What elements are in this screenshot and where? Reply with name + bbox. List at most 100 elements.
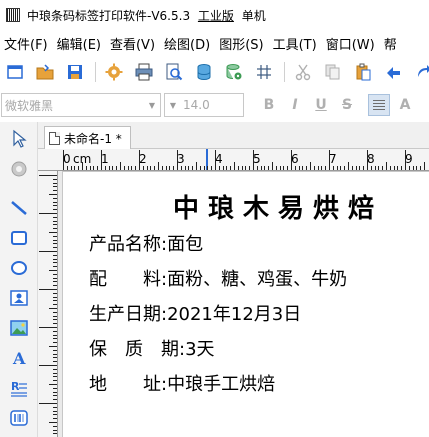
barcode-tool[interactable]	[7, 406, 31, 430]
text-tool[interactable]: A	[7, 346, 31, 370]
database-button[interactable]	[192, 60, 216, 84]
ruler-label: 1	[101, 152, 109, 166]
label-canvas[interactable]: 中琅木易烘焙 产品名称:面包 配 料:面粉、糖、鸡蛋、牛奶 生产日期:2021年…	[62, 171, 429, 437]
label-line-product[interactable]: 产品名称:面包	[89, 230, 203, 256]
line-tool[interactable]	[7, 196, 31, 220]
menu-shape[interactable]: 图形(S)	[215, 34, 268, 53]
image-tool[interactable]	[7, 286, 31, 310]
toolbar-divider	[284, 62, 285, 82]
ruler-tick	[93, 166, 95, 170]
italic-button[interactable]: I	[284, 94, 306, 116]
select-tool[interactable]	[7, 127, 31, 151]
label-line-ingredients[interactable]: 配 料:面粉、糖、鸡蛋、牛奶	[89, 265, 347, 291]
ruler-label: 2	[139, 152, 147, 166]
ruler-tick	[53, 414, 57, 416]
menu-view[interactable]: 查看(V)	[106, 34, 160, 53]
grid-button[interactable]	[252, 60, 276, 84]
ruler-tick	[359, 166, 361, 170]
font-extra-button[interactable]: A	[394, 94, 416, 116]
save-button[interactable]	[63, 60, 87, 84]
align-left-button[interactable]	[368, 94, 390, 116]
print-preview-button[interactable]	[162, 60, 186, 84]
ruler-label: 7	[329, 152, 337, 166]
ruler-tick	[272, 162, 273, 170]
label-line-address[interactable]: 地 址:中琅手工烘焙	[89, 370, 275, 396]
menu-edit[interactable]: 编辑(E)	[53, 34, 106, 53]
font-toolbar: 微软雅黑 ▼ ▼ 14.0 B I U S A	[0, 88, 429, 122]
ruler-tick	[378, 166, 380, 170]
ruler-tick	[49, 384, 57, 385]
undo-button[interactable]	[381, 60, 405, 84]
label-value: 面包	[167, 234, 204, 255]
ruler-tick	[53, 319, 57, 321]
strikethrough-button[interactable]: S	[336, 94, 358, 116]
ruler-tick	[420, 166, 422, 170]
underline-button[interactable]: U	[310, 94, 332, 116]
ruler-tick	[53, 178, 57, 180]
paragraph-text-tool[interactable]: R	[7, 376, 31, 400]
font-family-select[interactable]: 微软雅黑 ▼	[1, 93, 161, 117]
ruler-tick	[302, 166, 304, 170]
grid-icon	[257, 65, 271, 79]
photo-tool[interactable]	[7, 316, 31, 340]
pan-tool[interactable]	[7, 157, 31, 181]
database-settings-button[interactable]	[222, 60, 246, 84]
paste-clipboard-icon	[356, 63, 371, 81]
label-line-shelf-life[interactable]: 保 质 期:3天	[89, 335, 215, 361]
barcode-icon	[10, 410, 28, 426]
ruler-tick	[218, 166, 220, 170]
redo-arrow-icon	[418, 65, 429, 77]
chevron-down-icon[interactable]: ▼	[144, 94, 160, 116]
ruler-tick	[82, 162, 83, 170]
ruler-tick	[291, 150, 292, 170]
menu-draw[interactable]: 绘图(D)	[160, 34, 215, 53]
vertical-ruler	[38, 171, 58, 437]
ruler-tick	[344, 166, 346, 170]
ruler-tick	[53, 418, 57, 420]
ruler-tick	[53, 228, 57, 230]
copy-button[interactable]	[321, 60, 345, 84]
settings-button[interactable]	[102, 60, 126, 84]
ruler-label: 4	[215, 152, 223, 166]
document-tab[interactable]: 未命名-1 *	[44, 126, 131, 149]
ruler-tick	[424, 162, 425, 170]
menu-help[interactable]: 帮	[380, 34, 402, 53]
bold-button[interactable]: B	[258, 94, 280, 116]
ellipse-tool[interactable]	[7, 256, 31, 280]
menu-window[interactable]: 窗口(W)	[322, 34, 380, 53]
title-bar: 中琅条码标签打印软件-V6.5.3 工业版 单机	[0, 0, 429, 30]
font-size-select[interactable]: ▼ 14.0	[164, 93, 244, 117]
ruler-tick	[405, 150, 406, 170]
chevron-down-icon[interactable]: ▼	[165, 94, 181, 116]
ruler-tick	[53, 254, 57, 256]
ruler-tick	[53, 201, 57, 203]
ruler-tick	[211, 166, 213, 170]
label-value: 中琅手工烘焙	[167, 374, 276, 395]
ruler-tick	[53, 399, 57, 401]
paste-button[interactable]	[351, 60, 375, 84]
menu-file[interactable]: 文件(F)	[0, 34, 53, 53]
rectangle-tool[interactable]	[7, 226, 31, 250]
ruler-tick	[268, 166, 270, 170]
menu-tools[interactable]: 工具(T)	[269, 34, 322, 53]
magnifier-page-icon	[166, 63, 183, 81]
ruler-tick	[416, 166, 418, 170]
ruler-tick	[112, 166, 114, 170]
ruler-tick	[49, 270, 57, 271]
ruler-tick	[234, 162, 235, 170]
ruler-tick	[310, 162, 311, 170]
open-file-button[interactable]	[33, 60, 57, 84]
print-button[interactable]	[132, 60, 156, 84]
ruler-tick	[237, 166, 239, 170]
label-line-production-date[interactable]: 生产日期:2021年12月3日	[89, 300, 301, 326]
label-title[interactable]: 中琅木易烘焙	[173, 188, 383, 225]
ruler-tick	[203, 166, 205, 170]
label-key: 配 料:	[89, 269, 168, 290]
printer-icon	[135, 63, 153, 81]
ruler-tick	[199, 166, 201, 170]
ruler-tick	[226, 166, 228, 170]
new-file-button[interactable]	[3, 60, 27, 84]
redo-button[interactable]	[411, 60, 429, 84]
ruler-tick	[389, 166, 391, 170]
cut-button[interactable]	[291, 60, 315, 84]
